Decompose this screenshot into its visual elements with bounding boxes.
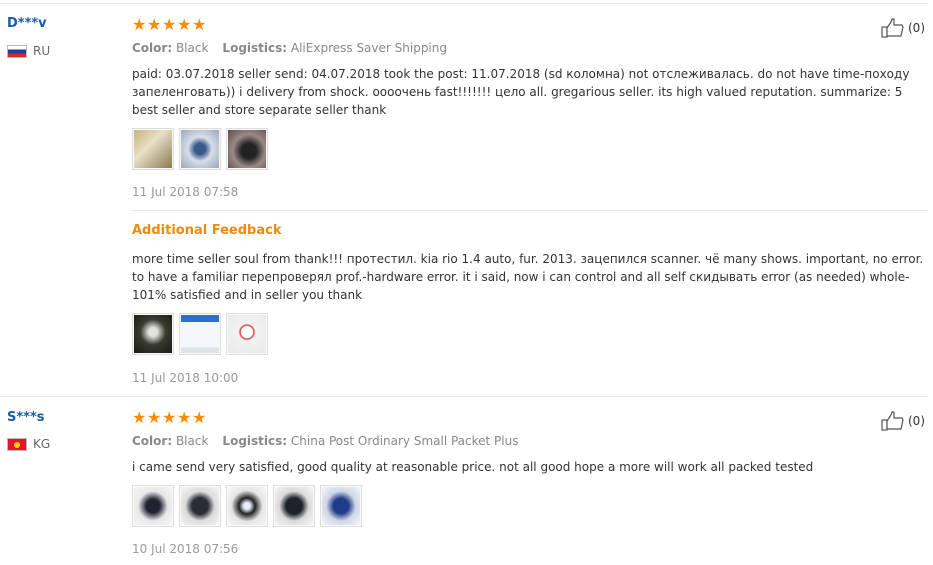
logistics-label: Logistics: <box>222 434 288 448</box>
review-photo[interactable] <box>132 128 174 170</box>
review-photo[interactable] <box>226 313 268 355</box>
ru-flag-icon <box>7 44 27 58</box>
rating-stars: ★ ★ ★ ★ ★ <box>132 408 207 427</box>
star-icon: ★ <box>192 408 207 427</box>
review-photo[interactable] <box>132 485 174 527</box>
logistics-value: AliExpress Saver Shipping <box>290 41 447 55</box>
color-value: Black <box>175 434 209 448</box>
star-icon: ★ <box>192 15 207 34</box>
like-count: (0) <box>908 414 925 428</box>
review-date: 10 Jul 2018 07:56 <box>132 542 239 556</box>
review-photo[interactable] <box>226 485 268 527</box>
review-divider <box>0 396 928 397</box>
review-text: i came send very satisfied, good quality… <box>132 460 814 474</box>
thumbs-up-icon <box>881 411 904 431</box>
review-photo[interactable] <box>226 128 268 170</box>
review-text: paid: 03.07.2018 seller send: 04.07.2018… <box>132 67 910 117</box>
thumbs-up-icon <box>881 18 904 38</box>
reviewer-country: RU <box>7 44 50 58</box>
color-label: Color: <box>132 434 173 448</box>
logistics-label: Logistics: <box>222 41 288 55</box>
additional-photos <box>132 313 268 355</box>
star-icon: ★ <box>162 15 177 34</box>
helpful-button[interactable]: (0) <box>881 18 925 38</box>
star-icon: ★ <box>147 408 162 427</box>
review-photo[interactable] <box>320 485 362 527</box>
divider <box>132 210 928 211</box>
order-info: Color: Black Logistics: China Post Ordina… <box>132 434 518 448</box>
star-icon: ★ <box>177 408 192 427</box>
additional-feedback-title: Additional Feedback <box>132 223 282 238</box>
reviewer-name[interactable]: D***v <box>7 16 47 31</box>
review-photo[interactable] <box>132 313 174 355</box>
star-icon: ★ <box>147 15 162 34</box>
color-label: Color: <box>132 41 173 55</box>
logistics-value: China Post Ordinary Small Packet Plus <box>290 434 519 448</box>
kg-flag-icon <box>7 437 27 451</box>
reviewer-country: KG <box>7 437 50 451</box>
review-photos <box>132 485 362 527</box>
reviewer-name[interactable]: S***s <box>7 410 45 425</box>
star-icon: ★ <box>177 15 192 34</box>
rating-stars: ★ ★ ★ ★ ★ <box>132 15 207 34</box>
country-code: KG <box>33 437 51 451</box>
country-code: RU <box>33 44 51 58</box>
star-icon: ★ <box>132 408 147 427</box>
helpful-button[interactable]: (0) <box>881 411 925 431</box>
additional-feedback-text: more time seller soul from thank!!! прот… <box>132 252 924 302</box>
top-divider <box>0 3 928 4</box>
order-info: Color: Black Logistics: AliExpress Saver … <box>132 41 447 55</box>
like-count: (0) <box>908 21 925 35</box>
review-photo[interactable] <box>179 313 221 355</box>
additional-feedback-date: 11 Jul 2018 10:00 <box>132 371 239 385</box>
review-photos <box>132 128 268 170</box>
review-photo[interactable] <box>273 485 315 527</box>
color-value: Black <box>175 41 209 55</box>
review-photo[interactable] <box>179 485 221 527</box>
star-icon: ★ <box>132 15 147 34</box>
review-photo[interactable] <box>179 128 221 170</box>
review-date: 11 Jul 2018 07:58 <box>132 185 239 199</box>
star-icon: ★ <box>162 408 177 427</box>
